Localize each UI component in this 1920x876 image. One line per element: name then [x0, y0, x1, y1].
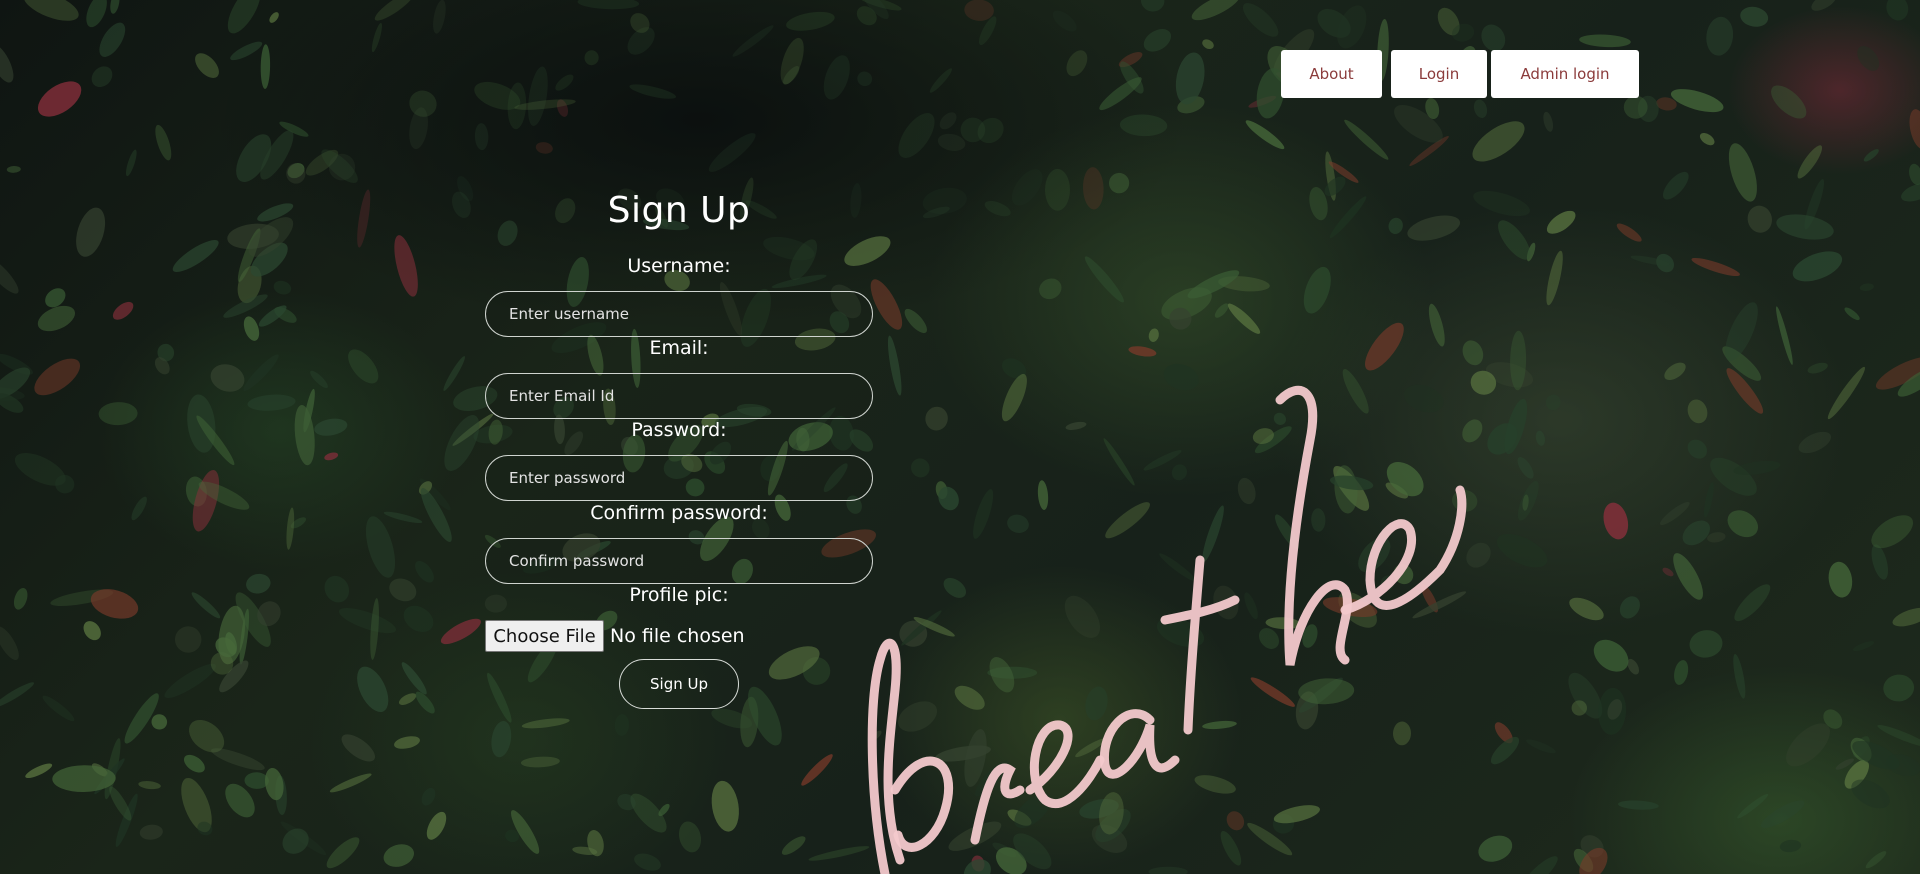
- profile-pic-label: Profile pic:: [629, 584, 729, 606]
- choose-file-button[interactable]: Choose File: [485, 620, 604, 652]
- page-title: Sign Up: [607, 190, 751, 231]
- password-input[interactable]: [485, 455, 873, 501]
- password-label: Password:: [631, 419, 727, 441]
- email-label: Email:: [649, 337, 709, 359]
- email-input[interactable]: [485, 373, 873, 419]
- confirm-password-label: Confirm password:: [590, 502, 768, 524]
- profile-pic-file-input: Choose File No file chosen: [485, 620, 745, 652]
- file-status-text: No file chosen: [610, 625, 745, 647]
- signup-submit-button[interactable]: Sign Up: [619, 659, 739, 709]
- login-button[interactable]: Login: [1391, 50, 1487, 98]
- username-label: Username:: [627, 255, 731, 277]
- admin-login-button[interactable]: Admin login: [1491, 50, 1639, 98]
- username-input[interactable]: [485, 291, 873, 337]
- confirm-password-input[interactable]: [485, 538, 873, 584]
- breathe-neon-sign: [867, 386, 1467, 874]
- background-image: [0, 0, 1920, 874]
- about-button[interactable]: About: [1281, 50, 1382, 98]
